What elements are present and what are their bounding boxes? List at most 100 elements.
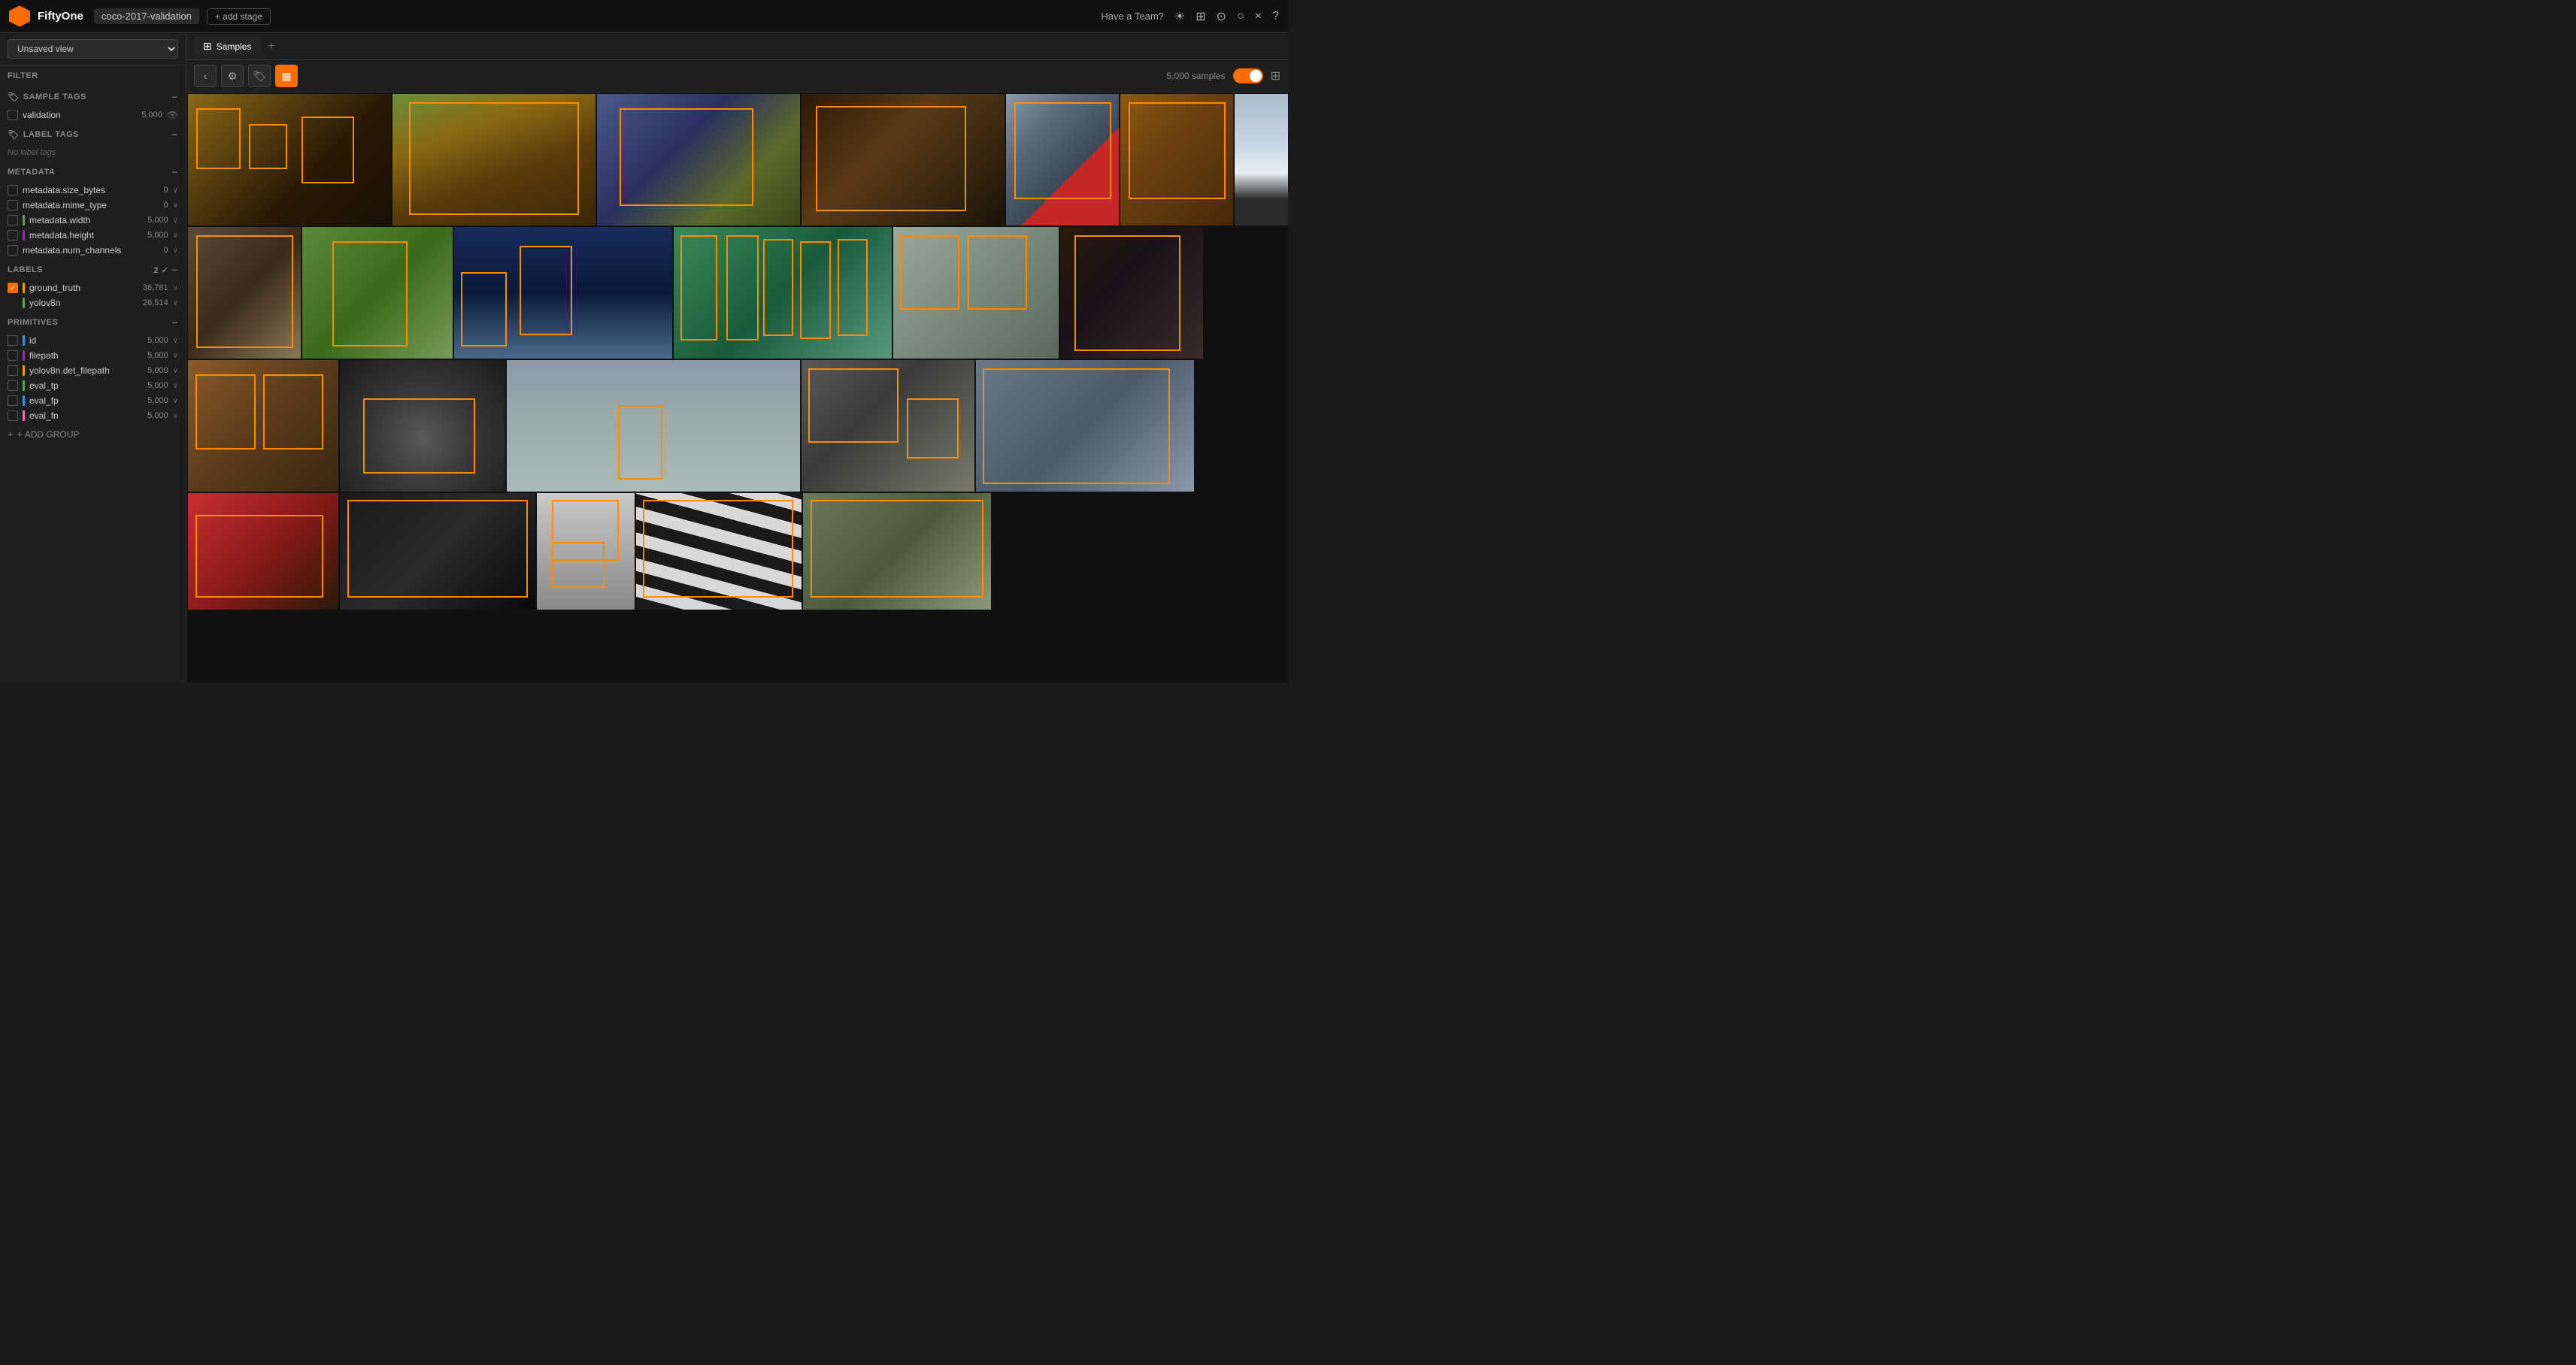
bbox-overlay — [1120, 94, 1233, 225]
metadata-mime-row[interactable]: metadata.mime_type 0 ∨ — [0, 198, 186, 213]
grid-cell[interactable] — [1006, 94, 1119, 225]
view-select-wrapper[interactable]: Unsaved view — [0, 33, 186, 65]
visibility-toggle[interactable] — [1233, 68, 1263, 83]
samples-tab-label: Samples — [217, 41, 252, 52]
det-filepath-checkbox[interactable] — [8, 365, 18, 376]
primitives-collapse[interactable]: − — [171, 316, 178, 328]
eval-fp-chevron[interactable]: ∨ — [173, 397, 178, 405]
grid-cell[interactable] — [1120, 94, 1233, 225]
id-checkbox[interactable] — [8, 335, 18, 346]
filepath-count: 5,000 — [147, 351, 168, 360]
back-button[interactable]: ‹ — [194, 65, 217, 87]
metadata-mime-chevron[interactable]: ∨ — [173, 201, 178, 210]
id-chevron[interactable]: ∨ — [173, 337, 178, 345]
grid-cell[interactable] — [537, 493, 635, 610]
grid-cell[interactable] — [340, 493, 535, 610]
yolov8n-row[interactable]: yolov8n 26,514 ∨ — [0, 295, 186, 310]
team-label: Have a Team? — [1101, 11, 1164, 22]
yolov8n-chevron[interactable]: ∨ — [173, 299, 178, 307]
metadata-width-checkbox[interactable] — [8, 215, 18, 225]
grid-cell[interactable] — [803, 493, 991, 610]
sun-icon[interactable]: ☀ — [1174, 9, 1185, 24]
grid-cell[interactable] — [507, 360, 800, 492]
validation-checkbox[interactable] — [8, 110, 18, 120]
grid-cell[interactable] — [340, 360, 505, 492]
close-icon[interactable]: × — [1255, 10, 1262, 23]
grid-cell[interactable] — [188, 227, 301, 359]
id-row[interactable]: id 5,000 ∨ — [0, 333, 186, 348]
tag-button[interactable]: 🏷 — [248, 65, 271, 87]
metadata-channels-chevron[interactable]: ∨ — [173, 247, 178, 255]
sample-tags-collapse[interactable]: − — [171, 91, 178, 103]
eval-fp-checkbox[interactable] — [8, 395, 18, 406]
det-filepath-row[interactable]: yolov8n.det_filepath 5,000 ∨ — [0, 363, 186, 378]
metadata-channels-checkbox[interactable] — [8, 245, 18, 256]
bbox-overlay — [188, 94, 391, 225]
metadata-height-chevron[interactable]: ∨ — [173, 232, 178, 240]
grid-cell[interactable] — [802, 94, 1005, 225]
grid-cell[interactable] — [454, 227, 672, 359]
grid-cell[interactable] — [188, 493, 338, 610]
grid-cell[interactable] — [392, 94, 596, 225]
metadata-collapse[interactable]: − — [171, 166, 178, 178]
bbox-overlay — [674, 227, 892, 359]
bbox — [808, 368, 899, 443]
tab-samples[interactable]: ⊞ Samples — [194, 37, 260, 56]
grid-cell[interactable] — [597, 94, 800, 225]
add-group-button[interactable]: + + ADD GROUP — [0, 423, 186, 446]
grid-cell[interactable] — [188, 94, 391, 225]
eval-tp-row[interactable]: eval_tp 5,000 ∨ — [0, 378, 186, 393]
eval-tp-checkbox[interactable] — [8, 380, 18, 391]
grid-icon[interactable]: ⊞ — [1196, 9, 1205, 24]
grid-cell[interactable] — [893, 227, 1059, 359]
user-icon[interactable]: ○ — [1237, 10, 1244, 23]
bbox-overlay — [188, 493, 338, 610]
metadata-size-chevron[interactable]: ∨ — [173, 186, 178, 195]
grid-cell[interactable] — [1235, 94, 1288, 225]
metadata-channels-row[interactable]: metadata.num_channels 0 ∨ — [0, 243, 186, 258]
eval-tp-chevron[interactable]: ∨ — [173, 382, 178, 390]
eval-fp-row[interactable]: eval_fp 5,000 ∨ — [0, 393, 186, 408]
bbox — [520, 246, 572, 335]
metadata-height-checkbox[interactable] — [8, 230, 18, 241]
github-icon[interactable]: ⊙ — [1217, 9, 1226, 24]
metadata-size-checkbox[interactable] — [8, 185, 18, 195]
grid-cell[interactable] — [302, 227, 453, 359]
dataset-name[interactable]: coco-2017-validation — [94, 8, 199, 24]
grid-cell[interactable] — [636, 493, 802, 610]
filepath-row[interactable]: filepath 5,000 ∨ — [0, 348, 186, 363]
grid-view-button[interactable]: ▦ — [275, 65, 298, 87]
help-icon[interactable]: ? — [1272, 10, 1279, 23]
label-tags-collapse[interactable]: − — [171, 129, 178, 141]
metadata-size-row[interactable]: metadata.size_bytes 0 ∨ — [0, 183, 186, 198]
eval-fn-checkbox[interactable] — [8, 410, 18, 421]
add-stage-button[interactable]: + add stage — [207, 8, 271, 25]
eval-fn-chevron[interactable]: ∨ — [173, 412, 178, 420]
grid-cell[interactable] — [976, 360, 1194, 492]
view-select[interactable]: Unsaved view — [8, 39, 178, 59]
ground-truth-chevron[interactable]: ∨ — [173, 284, 178, 292]
settings-button[interactable]: ⚙ — [221, 65, 244, 87]
eval-fn-row[interactable]: eval_fn 5,000 ∨ — [0, 408, 186, 423]
bbox-overlay — [1060, 227, 1203, 359]
validation-eye-icon[interactable]: 👁 — [167, 110, 178, 120]
metadata-height-row[interactable]: metadata.height 5,000 ∨ — [0, 228, 186, 243]
grid-cell[interactable] — [188, 360, 338, 492]
metadata-mime-checkbox[interactable] — [8, 200, 18, 210]
det-filepath-chevron[interactable]: ∨ — [173, 367, 178, 375]
add-tab-button[interactable]: + — [263, 40, 279, 53]
metadata-width-row[interactable]: metadata.width 5,000 ∨ — [0, 213, 186, 228]
grid-cell[interactable] — [1060, 227, 1203, 359]
ground-truth-checkbox[interactable] — [8, 283, 18, 293]
bbox-overlay — [507, 360, 800, 492]
metadata-width-chevron[interactable]: ∨ — [173, 216, 178, 225]
grid-layout-icon[interactable]: ⊞ — [1271, 68, 1280, 83]
labels-collapse[interactable]: − — [171, 264, 178, 276]
grid-cell[interactable] — [802, 360, 974, 492]
filepath-checkbox[interactable] — [8, 350, 18, 361]
grid-cell[interactable] — [674, 227, 892, 359]
grid-row-2 — [188, 227, 1286, 359]
sample-tag-validation[interactable]: validation 5,000 👁 — [0, 107, 186, 123]
filepath-chevron[interactable]: ∨ — [173, 352, 178, 360]
ground-truth-row[interactable]: ground_truth 36,781 ∨ — [0, 280, 186, 295]
